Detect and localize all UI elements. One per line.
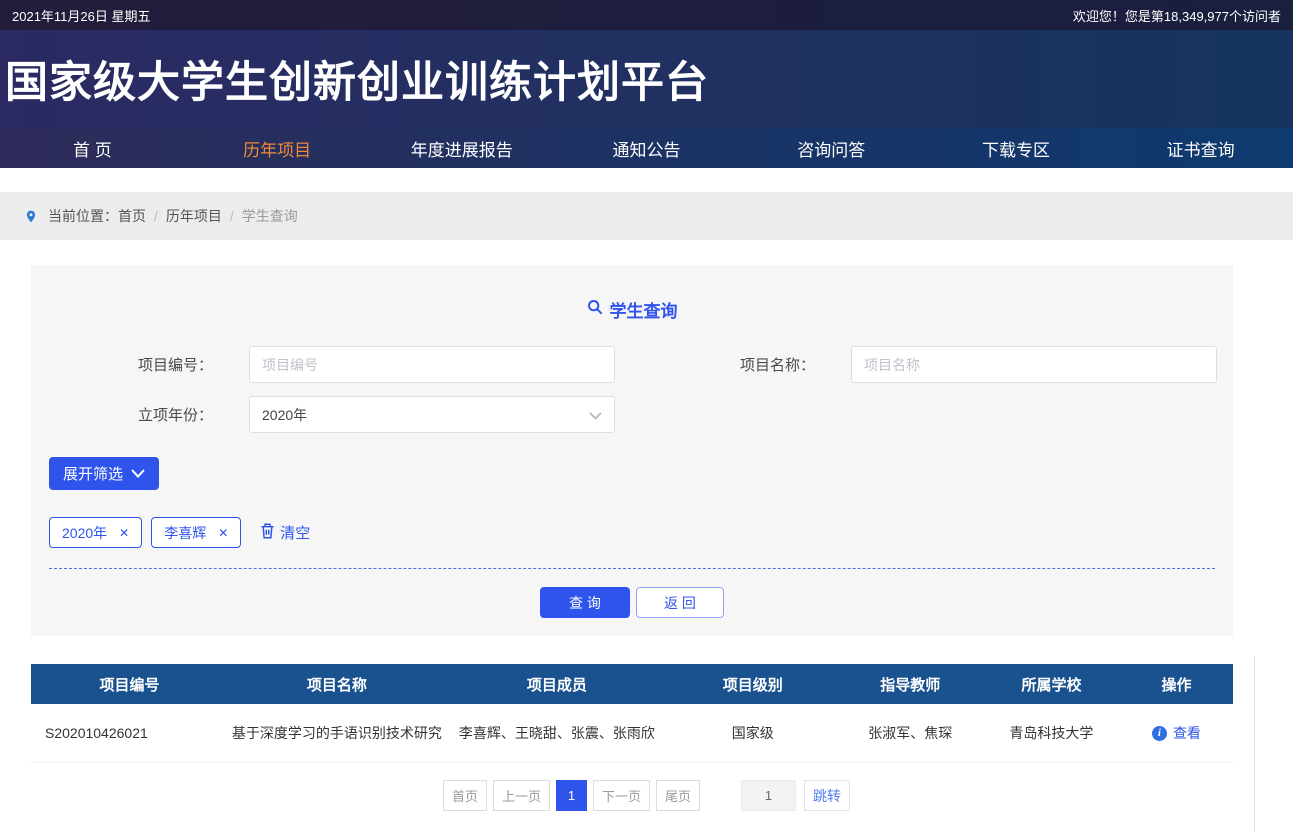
breadcrumb-item-student-query: 学生查询 (242, 206, 298, 226)
nav-item-downloads[interactable]: 下载专区 (924, 128, 1109, 168)
cell-teachers: 张淑军、焦琛 (838, 723, 983, 743)
site-header: 国家级大学生创新创业训练计划平台 (0, 30, 1293, 128)
clear-filters-button[interactable]: 清空 (260, 522, 310, 543)
site-title: 国家级大学生创新创业训练计划平台 (0, 48, 709, 110)
chevron-down-icon (589, 407, 602, 423)
nav-item-notices[interactable]: 通知公告 (554, 128, 739, 168)
info-icon: i (1152, 726, 1167, 741)
year-group: 立项年份： 2020年 (31, 396, 615, 433)
breadcrumb-item-home[interactable]: 首页 (118, 206, 146, 226)
clear-filters-label: 清空 (280, 522, 310, 543)
col-header-level: 项目级别 (668, 674, 837, 695)
table-header-row: 项目编号 项目名称 项目成员 项目级别 指导教师 所属学校 操作 (31, 664, 1233, 704)
col-header-project-name: 项目名称 (228, 674, 446, 695)
cell-members: 李喜辉、王晓甜、张震、张雨欣 (446, 723, 668, 743)
col-header-project-code: 项目编号 (31, 674, 228, 695)
cell-school: 青岛科技大学 (983, 723, 1120, 743)
breadcrumb-item-past-projects[interactable]: 历年项目 (166, 206, 222, 226)
search-panel: 学生查询 项目编号： 项目名称： 立项年份： 2020年 (31, 265, 1233, 636)
cell-project-name: 基于深度学习的手语识别技术研究 (228, 723, 446, 743)
pagination-next-button[interactable]: 下一页 (593, 780, 650, 811)
dashed-divider (49, 568, 1215, 569)
topbar: 2021年11月26日 星期五 欢迎您！您是第18,349,977个访问者 (0, 0, 1293, 30)
year-select-value: 2020年 (262, 405, 307, 425)
cell-level: 国家级 (668, 723, 837, 743)
breadcrumb-separator: / (230, 208, 234, 224)
breadcrumb-prefix: 当前位置： (48, 206, 118, 226)
location-pin-icon (24, 207, 38, 226)
nav-item-qa[interactable]: 咨询问答 (739, 128, 924, 168)
pagination-first-button[interactable]: 首页 (443, 780, 487, 811)
query-button[interactable]: 查 询 (540, 587, 630, 618)
results-table: 项目编号 项目名称 项目成员 项目级别 指导教师 所属学校 操作 S202010… (31, 664, 1233, 763)
nav-item-past-projects[interactable]: 历年项目 (185, 128, 370, 168)
form-actions: 查 询 返 回 (31, 587, 1233, 618)
topbar-date: 2021年11月26日 星期五 (12, 6, 151, 25)
nav-item-annual-progress-report[interactable]: 年度进展报告 (369, 128, 554, 168)
nav-item-home[interactable]: 首 页 (0, 128, 185, 168)
project-name-input[interactable] (851, 346, 1217, 383)
year-label: 立项年份： (31, 404, 249, 425)
form-row-1: 项目编号： 项目名称： (31, 346, 1233, 383)
close-icon[interactable]: ✕ (119, 527, 129, 539)
project-code-label: 项目编号： (31, 354, 249, 375)
page: 2021年11月26日 星期五 欢迎您！您是第18,349,977个访问者 国家… (0, 0, 1293, 837)
back-button[interactable]: 返 回 (636, 587, 724, 618)
pagination-page-1-button[interactable]: 1 (556, 780, 587, 811)
project-code-group: 项目编号： (31, 346, 615, 383)
search-icon (587, 299, 603, 320)
main-nav: 首 页 历年项目 年度进展报告 通知公告 咨询问答 下载专区 证书查询 (0, 128, 1293, 168)
nav-item-certificate-query[interactable]: 证书查询 (1108, 128, 1293, 168)
year-select[interactable]: 2020年 (249, 396, 615, 433)
project-name-group: 项目名称： (711, 346, 1217, 383)
table-row: S202010426021 基于深度学习的手语识别技术研究 李喜辉、王晓甜、张震… (31, 704, 1233, 763)
col-header-members: 项目成员 (446, 674, 668, 695)
cell-project-code: S202010426021 (31, 725, 228, 741)
filter-tag-year: 2020年 ✕ (49, 517, 142, 548)
col-header-teachers: 指导教师 (838, 674, 983, 695)
filter-tag-label: 2020年 (62, 523, 107, 543)
trash-icon (260, 523, 275, 543)
expand-filter-label: 展开筛选 (63, 463, 123, 484)
breadcrumb-separator: / (154, 208, 158, 224)
scrollbar-track[interactable] (1254, 656, 1255, 832)
expand-filter-button[interactable]: 展开筛选 (49, 457, 159, 490)
panel-title-text: 学生查询 (610, 297, 678, 322)
cell-action: i 查看 (1120, 723, 1233, 743)
project-name-label: 项目名称： (711, 354, 851, 375)
panel-title: 学生查询 (31, 265, 1233, 322)
col-header-school: 所属学校 (983, 674, 1120, 695)
view-link[interactable]: i 查看 (1152, 723, 1201, 743)
view-link-label: 查看 (1173, 723, 1201, 743)
pagination-jump-input[interactable] (741, 780, 796, 811)
filter-tag-label: 李喜辉 (164, 523, 206, 543)
chevron-down-icon (131, 465, 145, 482)
pagination-last-button[interactable]: 尾页 (656, 780, 700, 811)
pagination: 首页 上一页 1 下一页 尾页 跳转 (0, 780, 1293, 811)
filter-tag-student: 李喜辉 ✕ (151, 517, 241, 548)
breadcrumb: 当前位置： 首页 / 历年项目 / 学生查询 (0, 192, 1293, 240)
form-row-2: 立项年份： 2020年 (31, 396, 1233, 433)
pagination-jump-button[interactable]: 跳转 (804, 780, 850, 811)
col-header-action: 操作 (1120, 674, 1233, 695)
topbar-welcome: 欢迎您！您是第18,349,977个访问者 (1073, 6, 1281, 25)
close-icon[interactable]: ✕ (218, 527, 228, 539)
project-code-input[interactable] (249, 346, 615, 383)
filter-tags-row: 2020年 ✕ 李喜辉 ✕ 清空 (49, 517, 1233, 548)
pagination-prev-button[interactable]: 上一页 (493, 780, 550, 811)
